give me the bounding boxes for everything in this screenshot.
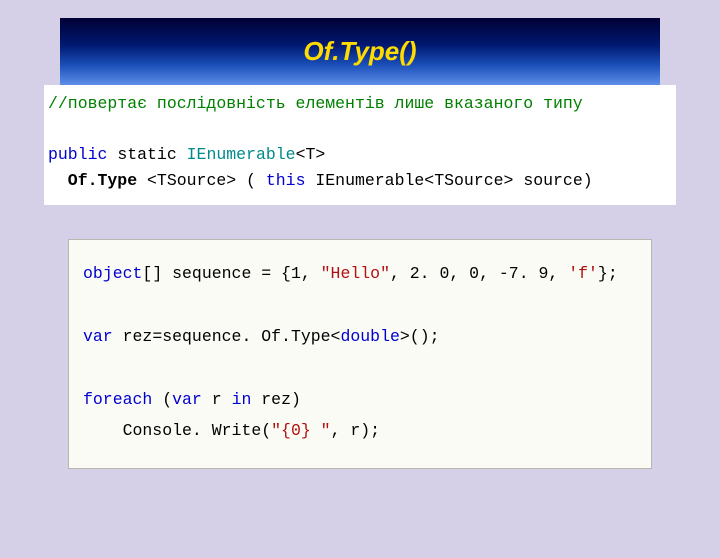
sig-line-2: Of.Type <TSource> ( this IEnumerable<TSo…	[48, 168, 672, 194]
sig-line-1: public static IEnumerable<T>	[48, 142, 672, 168]
ex-blank-2	[83, 352, 637, 383]
ex-line-4: Console. Write("{0} ", r);	[83, 415, 637, 446]
example-block: object[] sequence = {1, "Hello", 2. 0, 0…	[68, 239, 652, 469]
ex-blank-1	[83, 290, 637, 321]
signature-block: //повертає послідовність елементів лише …	[44, 85, 676, 205]
slide-header: Of.Type()	[60, 18, 660, 85]
ex-line-3: foreach (var r in rez)	[83, 384, 637, 415]
ex-line-1: object[] sequence = {1, "Hello", 2. 0, 0…	[83, 258, 637, 289]
comment-line: //повертає послідовність елементів лише …	[48, 91, 672, 117]
blank-line	[48, 117, 672, 143]
slide-title: Of.Type()	[303, 36, 416, 66]
ex-line-2: var rez=sequence. Of.Type<double>();	[83, 321, 637, 352]
